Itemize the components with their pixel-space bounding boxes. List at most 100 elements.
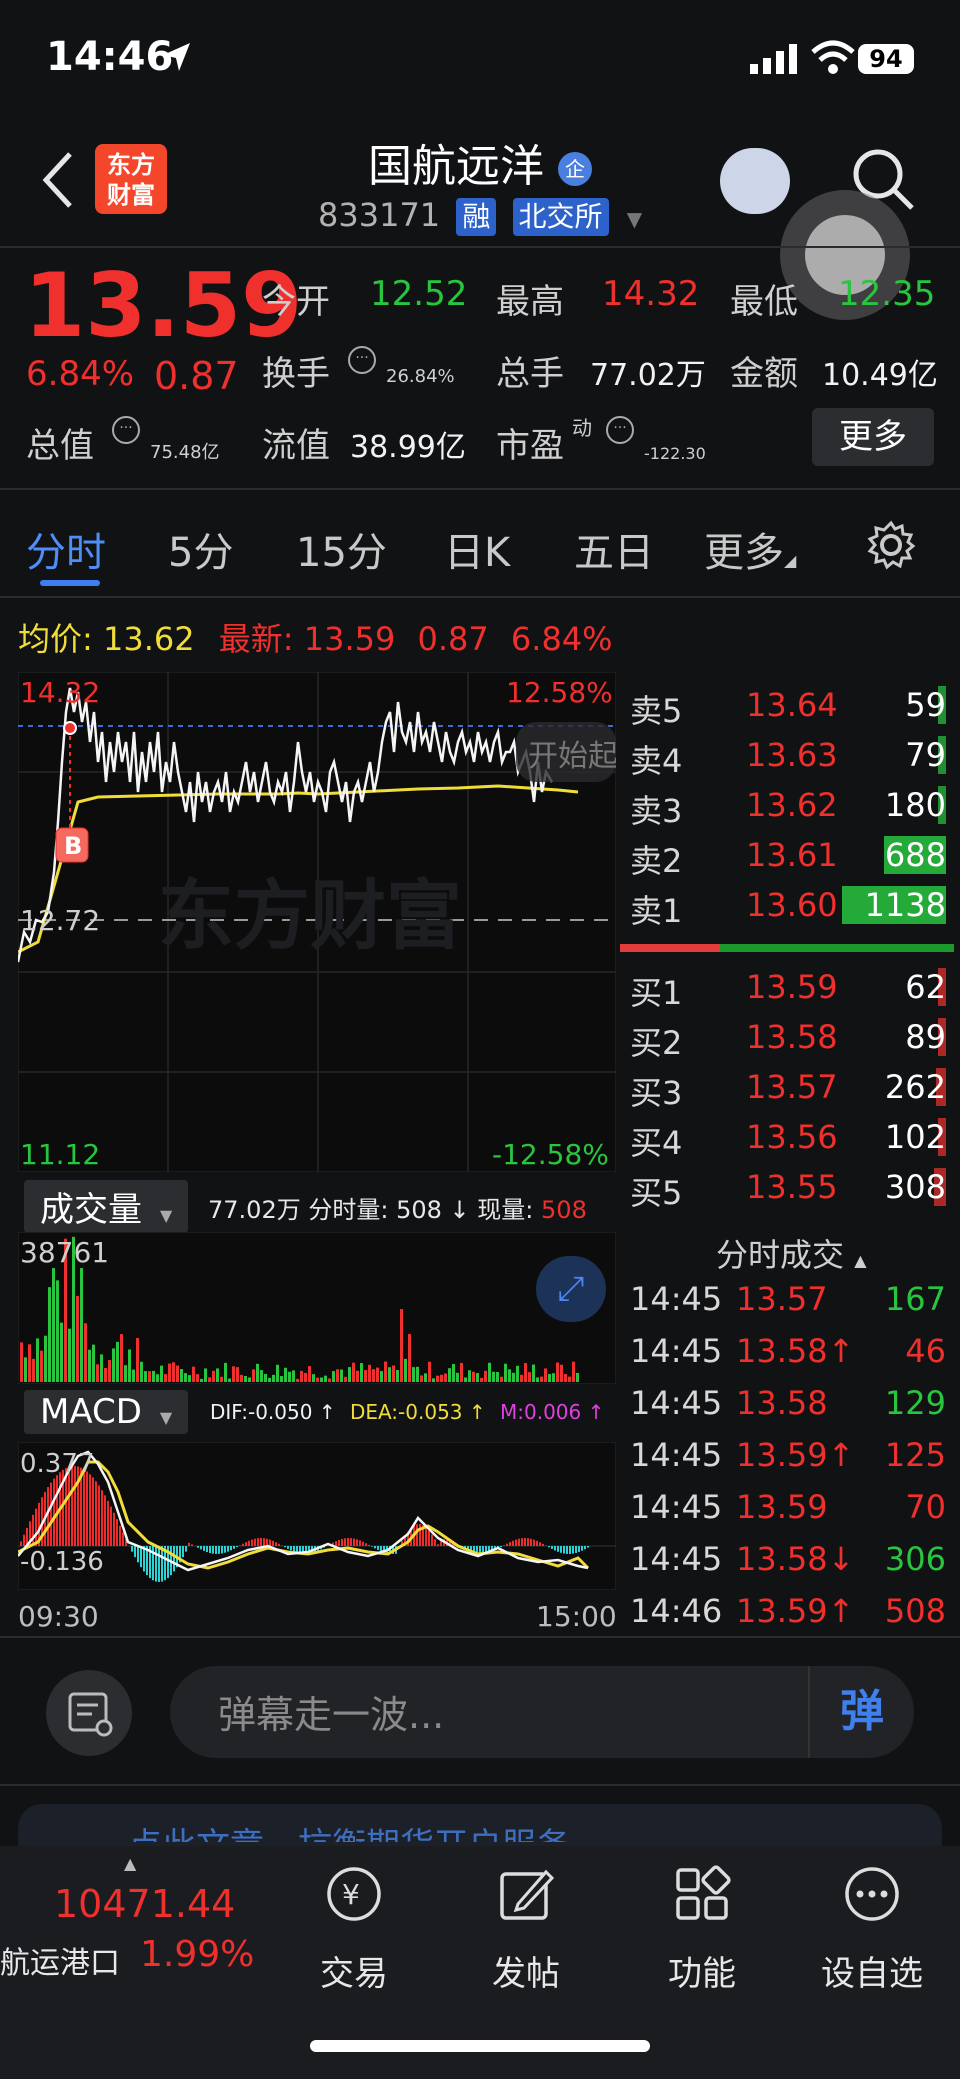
change-pct: 6.84% bbox=[26, 354, 135, 394]
expand-chart-button[interactable]: ⤢ bbox=[536, 1256, 606, 1322]
post-edit-icon[interactable] bbox=[496, 1864, 556, 1924]
macd-chart[interactable]: 0.377 -0.136 bbox=[18, 1442, 616, 1590]
volume-bar bbox=[320, 1377, 323, 1382]
tab-intraday[interactable]: 分时 bbox=[26, 520, 106, 578]
macd-histogram-bar bbox=[554, 1546, 556, 1551]
volume-bar bbox=[348, 1367, 351, 1382]
macd-histogram-bar bbox=[257, 1538, 259, 1546]
volume-bar bbox=[220, 1376, 223, 1382]
sell-level-1[interactable]: 卖5 13.64 59 bbox=[630, 680, 946, 730]
volume-bar bbox=[140, 1361, 143, 1382]
macd-histogram-bar bbox=[293, 1546, 295, 1552]
tab-daily-k[interactable]: 日K bbox=[444, 520, 510, 578]
volume-bar bbox=[388, 1367, 391, 1382]
volume-bar bbox=[136, 1337, 139, 1382]
buy-level-4[interactable]: 买4 13.56 102 bbox=[630, 1112, 946, 1162]
tab-5min[interactable]: 5分 bbox=[168, 520, 233, 578]
trade-volume: 129 bbox=[884, 1384, 946, 1422]
volume-bar bbox=[28, 1344, 31, 1382]
level-volume: 89 bbox=[905, 1018, 946, 1056]
tab-more[interactable]: 更多◢ bbox=[704, 520, 796, 578]
trades-header[interactable]: 分时成交 ▲ bbox=[716, 1230, 867, 1276]
index-ticker[interactable]: ▲ 10471.44 航运港口 1.99% bbox=[0, 1854, 270, 1984]
volume-bar bbox=[508, 1369, 511, 1382]
volume-bar bbox=[452, 1364, 455, 1382]
svg-text:¥: ¥ bbox=[342, 1878, 360, 1911]
volume-bar bbox=[392, 1365, 395, 1382]
nav-post[interactable]: 发帖 bbox=[456, 1946, 596, 1995]
macd-histogram-bar bbox=[569, 1546, 571, 1554]
header-divider bbox=[0, 246, 960, 248]
level-label: 买4 bbox=[630, 1124, 683, 1162]
volume-bar-chart[interactable]: 38761 bbox=[18, 1232, 616, 1384]
volume-bar bbox=[448, 1368, 451, 1382]
trade-icon[interactable]: ¥ bbox=[324, 1864, 384, 1924]
sell-level-5[interactable]: 卖1 13.60 1138 bbox=[630, 880, 946, 930]
info-dots-icon[interactable]: ··· bbox=[348, 346, 376, 374]
macd-histogram-bar bbox=[161, 1546, 163, 1582]
volume-bar bbox=[116, 1341, 119, 1382]
sell-level-3[interactable]: 卖3 13.62 180 bbox=[630, 780, 946, 830]
intraday-price-chart[interactable]: 东方财富 B 开始起 14.32 12.58% 12.72 11.12 -12.… bbox=[18, 672, 616, 1172]
volume-bar bbox=[500, 1376, 503, 1382]
volume-bar bbox=[324, 1375, 327, 1382]
buy-level-2[interactable]: 买2 13.58 89 bbox=[630, 1012, 946, 1062]
info-dots-icon[interactable]: ··· bbox=[112, 416, 140, 444]
macd-indicator-select[interactable]: MACD ▼ bbox=[24, 1390, 189, 1434]
macd-histogram-bar bbox=[581, 1546, 583, 1551]
volume-bar bbox=[196, 1374, 199, 1382]
macd-histogram-bar bbox=[281, 1545, 283, 1546]
volume-bar bbox=[20, 1342, 23, 1382]
volume-bar bbox=[568, 1376, 571, 1382]
macd-histogram-bar bbox=[47, 1487, 49, 1546]
danmaku-settings-button[interactable] bbox=[46, 1670, 132, 1756]
sell-level-4[interactable]: 卖2 13.61 688 bbox=[630, 830, 946, 880]
macd-histogram-bar bbox=[197, 1546, 199, 1548]
macd-histogram-bar bbox=[371, 1546, 373, 1547]
volume-bar bbox=[292, 1370, 295, 1382]
macd-info-line: DIF:-0.050 ↑ DEA:-0.053 ↑ M:0.006 ↑ bbox=[210, 1400, 605, 1424]
stock-code-line[interactable]: 833171 融 北交所 ▼ bbox=[318, 196, 642, 236]
level-volume: 79 bbox=[905, 736, 946, 774]
volume-bar bbox=[288, 1371, 291, 1382]
sell-level-2[interactable]: 卖4 13.63 79 bbox=[630, 730, 946, 780]
dropdown-triangle-icon: ▼ bbox=[159, 1408, 173, 1427]
nav-add-watchlist[interactable]: 设自选 bbox=[802, 1946, 942, 1995]
buy-level-5[interactable]: 买5 13.55 308 bbox=[630, 1162, 946, 1212]
buy-level-3[interactable]: 买3 13.57 262 bbox=[630, 1062, 946, 1112]
bid-ask-ratio-bar bbox=[620, 944, 954, 952]
macd-histogram-bar bbox=[215, 1546, 217, 1554]
level-label: 买3 bbox=[630, 1074, 683, 1112]
info-dots-icon[interactable]: ··· bbox=[606, 416, 634, 444]
volume-bar bbox=[460, 1362, 463, 1382]
macd-histogram-bar bbox=[377, 1546, 379, 1550]
danmaku-send-button[interactable]: 弹 bbox=[808, 1666, 914, 1758]
mktcap-label: 总值 bbox=[26, 426, 94, 466]
volume-bar bbox=[232, 1366, 235, 1382]
buy-marker-text: B bbox=[64, 832, 82, 860]
nav-trade[interactable]: 交易 bbox=[284, 1946, 424, 1995]
macd-histogram-bar bbox=[374, 1546, 376, 1549]
float-label: 流值 bbox=[262, 426, 330, 466]
macd-histogram-bar bbox=[134, 1546, 136, 1558]
index-value: 10471.44 bbox=[54, 1882, 236, 1926]
trade-time: 14:45 bbox=[630, 1436, 723, 1474]
volume-bar bbox=[424, 1373, 427, 1382]
robot-assistant-avatar[interactable] bbox=[720, 148, 790, 214]
active-tab-indicator bbox=[40, 580, 100, 586]
more-dots-icon[interactable] bbox=[842, 1864, 902, 1924]
nav-function[interactable]: 功能 bbox=[632, 1946, 772, 1995]
volume-indicator-select[interactable]: 成交量 ▼ bbox=[24, 1180, 189, 1233]
volume-bar bbox=[228, 1378, 231, 1382]
tab-15min[interactable]: 15分 bbox=[296, 520, 387, 578]
trade-time: 14:45 bbox=[630, 1332, 723, 1370]
trade-volume: 306 bbox=[884, 1540, 946, 1578]
buy-level-1[interactable]: 买1 13.59 62 bbox=[630, 962, 946, 1012]
macd-histogram-bar bbox=[560, 1546, 562, 1553]
grid-function-icon[interactable] bbox=[672, 1864, 732, 1924]
more-quote-button[interactable]: 更多 bbox=[812, 408, 934, 466]
macd-histogram-bar bbox=[137, 1546, 139, 1563]
settings-gear-icon[interactable] bbox=[866, 520, 916, 570]
volume-bar bbox=[468, 1370, 471, 1382]
tab-five-day[interactable]: 五日 bbox=[574, 520, 654, 578]
